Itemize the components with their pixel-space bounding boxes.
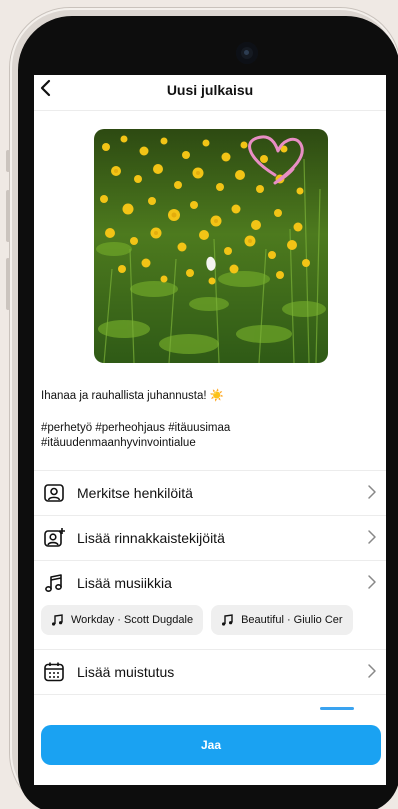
add-collaborators-label: Lisää rinnakkaistekijöitä — [77, 529, 225, 546]
add-collaborator-icon — [44, 527, 65, 547]
menu-tag-people[interactable]: Merkitse henkilöitä — [34, 470, 386, 514]
post-hashtags[interactable]: #perhetyö #perheohjaus #itäuusimaa #itäu… — [41, 421, 381, 451]
menu-add-reminder[interactable]: Lisää muistutus — [34, 649, 386, 693]
scroll-indicator — [320, 707, 354, 710]
post-image[interactable] — [94, 129, 328, 363]
top-bar: Uusi julkaisu — [34, 75, 386, 111]
phone-volume-down — [6, 258, 10, 310]
music-note-icon — [45, 573, 62, 592]
music-note-icon — [52, 614, 63, 626]
add-music-label: Lisää musiikkia — [77, 574, 172, 591]
hashtags-line-2: #itäuudenmaanhyvinvointialue — [41, 437, 196, 449]
divider — [34, 694, 386, 695]
hashtags-line-1: #perhetyö #perheohjaus #itäuusimaa — [41, 422, 231, 434]
share-button[interactable]: Jaa — [41, 725, 381, 765]
chevron-right-icon — [368, 530, 376, 544]
menu-add-music[interactable]: Lisää musiikkia — [34, 560, 386, 604]
tag-people-label: Merkitse henkilöitä — [77, 484, 193, 501]
front-camera — [236, 42, 258, 64]
menu-add-collaborators[interactable]: Lisää rinnakkaistekijöitä — [34, 515, 386, 559]
phone-volume-up — [6, 190, 10, 242]
music-note-icon — [222, 614, 233, 626]
music-suggestions: Workday · Scott Dugdale Beautiful · Giul… — [41, 605, 353, 635]
music-chip[interactable]: Beautiful · Giulio Cer — [211, 605, 353, 635]
page-title: Uusi julkaisu — [166, 82, 254, 98]
post-caption[interactable]: Ihanaa ja rauhallista juhannusta! ☀️ — [41, 389, 381, 404]
app-screen: Uusi julkaisu Ihanaa ja rauhallista juha… — [34, 75, 386, 785]
chevron-right-icon — [368, 575, 376, 589]
music-chip[interactable]: Workday · Scott Dugdale — [41, 605, 204, 635]
calendar-icon — [44, 662, 64, 681]
add-reminder-label: Lisää muistutus — [77, 663, 175, 680]
music-chip-label: Beautiful · Giulio Cer — [241, 614, 343, 626]
music-chip-label: Workday · Scott Dugdale — [71, 614, 194, 626]
caption-text: Ihanaa ja rauhallista juhannusta! ☀️ — [41, 390, 225, 402]
chevron-right-icon — [368, 485, 376, 499]
chevron-right-icon — [368, 664, 376, 678]
phone-silent-switch — [6, 150, 10, 172]
tag-person-icon — [44, 483, 64, 502]
